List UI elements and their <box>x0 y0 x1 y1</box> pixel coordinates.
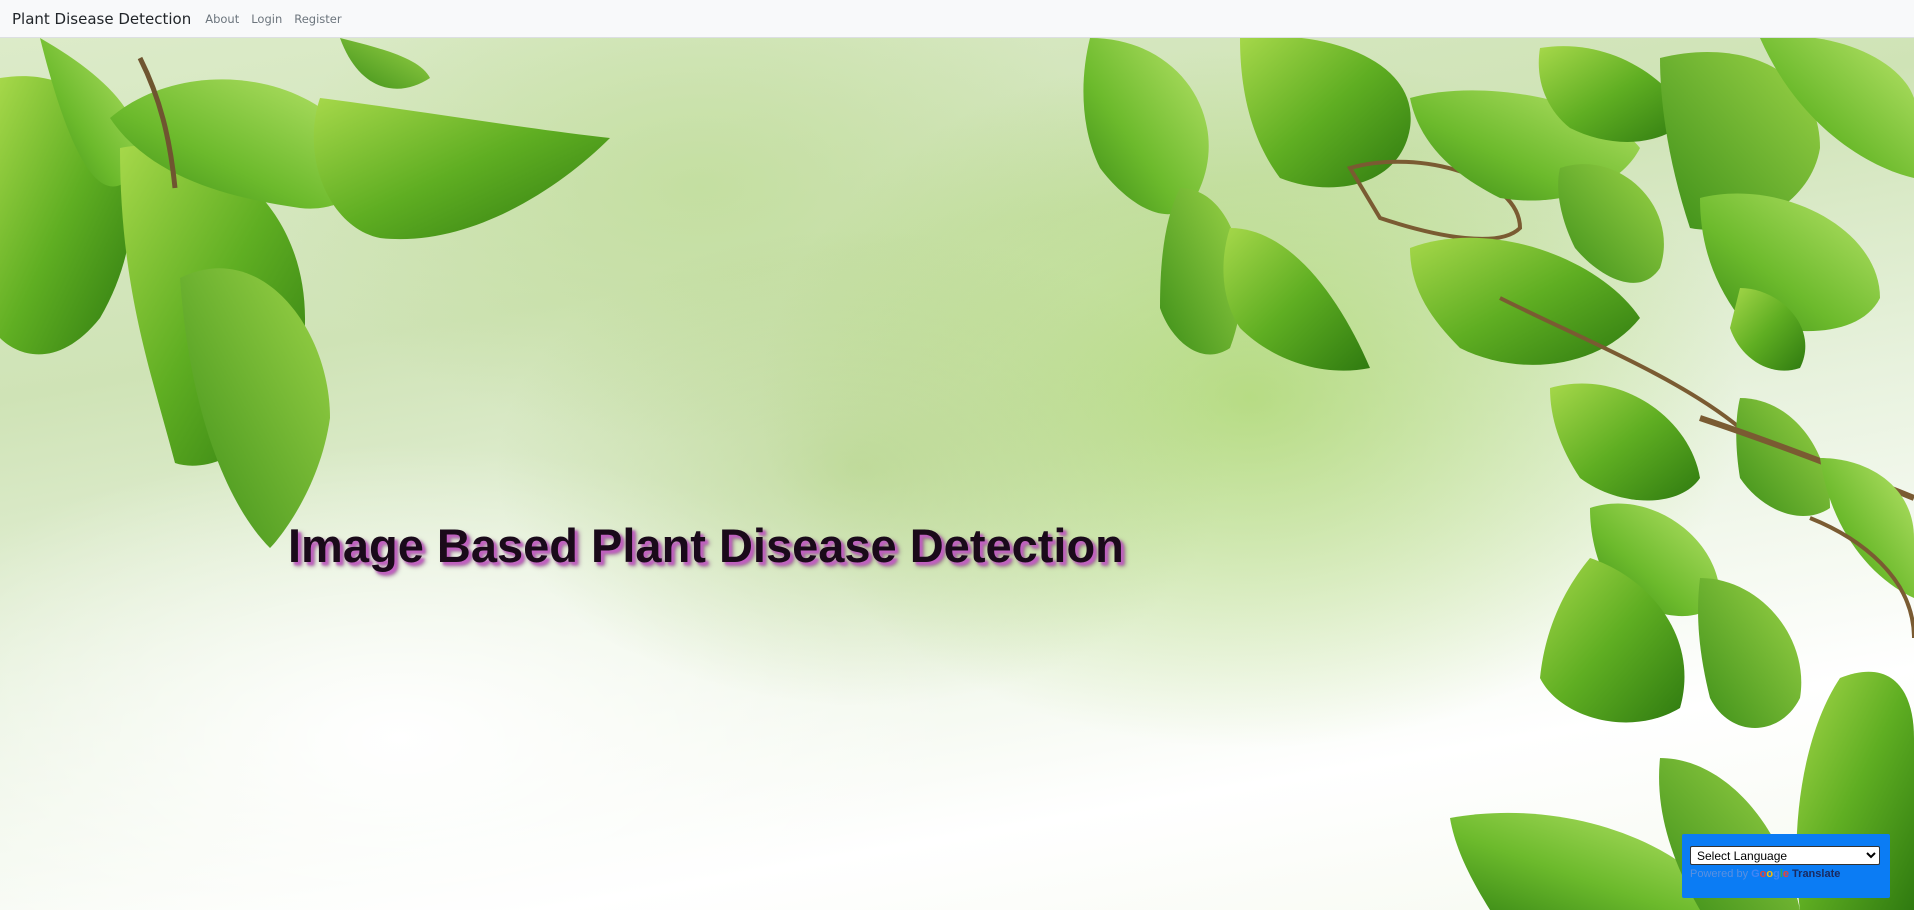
language-select[interactable]: Select Language <box>1690 846 1880 865</box>
leaf-cluster-top-left <box>0 38 610 548</box>
nav-link-about[interactable]: About <box>205 12 239 26</box>
google-logo[interactable]: Google <box>1751 868 1789 880</box>
leaf-cluster-top-right <box>1083 38 1914 430</box>
translate-link[interactable]: Translate <box>1792 868 1840 880</box>
navbar: Plant Disease Detection About Login Regi… <box>0 0 1914 38</box>
powered-by-google-translate: Powered by Google Translate <box>1690 868 1882 880</box>
powered-by-label: Powered by <box>1690 868 1749 880</box>
nav-link-register[interactable]: Register <box>294 12 341 26</box>
leaves-background-image <box>0 38 1914 910</box>
google-translate-widget: Select Language Powered by Google Transl… <box>1682 834 1890 898</box>
nav-link-login[interactable]: Login <box>251 12 282 26</box>
hero-title: Image Based Plant Disease Detection <box>288 519 1124 572</box>
hero-section: Image Based Plant Disease Detection <box>0 38 1914 910</box>
navbar-brand[interactable]: Plant Disease Detection <box>12 10 191 28</box>
